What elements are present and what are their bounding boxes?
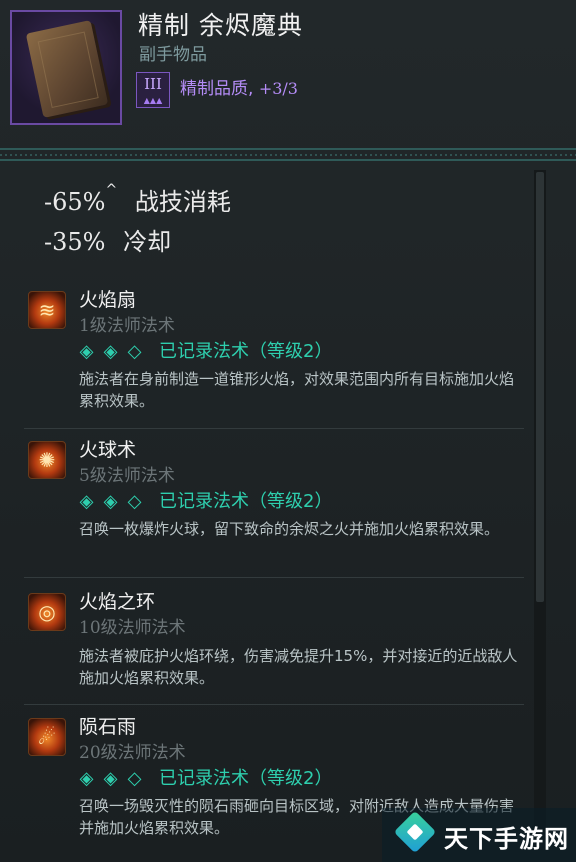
spell-record-status: 已记录法术（等级2） [159,341,333,362]
spell-level: 5级法师法术 [79,466,175,486]
tier-stars: ▲▲▲ [143,96,163,105]
book-icon [25,20,109,118]
stat-mark: ^ [105,182,118,198]
quality-line: 精制品质, +3/3 [180,74,298,99]
watermark-text: 天下手游网 [444,825,569,853]
stat-label: 战技消耗 [134,188,231,216]
spell-record-status: 已记录法术（等级2） [159,491,333,512]
stat-label: 冷却 [123,228,172,256]
gem-filled-icon: ◈ [79,768,94,789]
scrollbar-thumb[interactable] [536,172,544,602]
gem-filled-icon: ◈ [79,491,94,512]
spell-record-line: ◈ ◈ ◇ 已记录法术（等级2） [79,487,333,513]
quality-value: +3/3 [258,79,298,98]
item-type: 副手物品 [139,45,207,65]
spell-name: 陨石雨 [79,716,137,738]
divider [24,704,524,705]
spell-record-line: ◈ ◈ ◇ 已记录法术（等级2） [79,337,333,363]
spell-level: 20级法师法术 [79,743,186,763]
gem-filled-icon: ◈ [79,341,94,362]
item-title: 精制 余烬魔典 [138,11,303,40]
item-icon-frame [10,10,122,125]
ring-of-fire-icon: ◎ [28,593,66,631]
divider [24,428,524,429]
spell-description: 施法者被庇护火焰环绕，伤害减免提升15%，并对接近的近战敌人施加火焰累积效果。 [79,647,518,687]
spell-record-line: ◈ ◈ ◇ 已记录法术（等级2） [79,764,333,790]
tier-badge: III ▲▲▲ [136,72,170,108]
site-logo-icon [393,810,437,854]
gem-empty-icon: ◇ [127,768,142,789]
spell-description: 召唤一枚爆炸火球，留下致命的余烬之火并施加火焰累积效果。 [79,520,500,538]
spell-level: 10级法师法术 [79,618,186,638]
quality-label: 精制品质, [180,79,254,99]
stat-value: -35% [44,228,106,256]
stat-row: -65%^ 战技消耗 [44,182,231,217]
gem-filled-icon: ◈ [103,768,118,789]
meteor-icon: ☄ [28,718,66,756]
gem-empty-icon: ◇ [127,341,142,362]
stat-value: -65% [44,188,106,216]
stat-row: -35% 冷却 [44,222,171,257]
gem-filled-icon: ◈ [103,341,118,362]
divider [24,577,524,578]
spell-level: 1级法师法术 [79,316,175,336]
ornament-divider [0,148,576,161]
tier-numeral: III [144,75,162,93]
spell-record-status: 已记录法术（等级2） [159,768,333,789]
watermark: 天下手游网 [382,808,576,862]
gem-empty-icon: ◇ [127,491,142,512]
spell-name: 火焰扇 [79,289,137,311]
spell-description: 施法者在身前制造一道锥形火焰，对效果范围内所有目标施加火焰累积效果。 [79,370,515,410]
spell-name: 火焰之环 [79,591,156,613]
flame-fan-icon: ≋ [28,291,66,329]
fireball-icon: ✺ [28,441,66,479]
spell-name: 火球术 [79,439,137,461]
gem-filled-icon: ◈ [103,491,118,512]
